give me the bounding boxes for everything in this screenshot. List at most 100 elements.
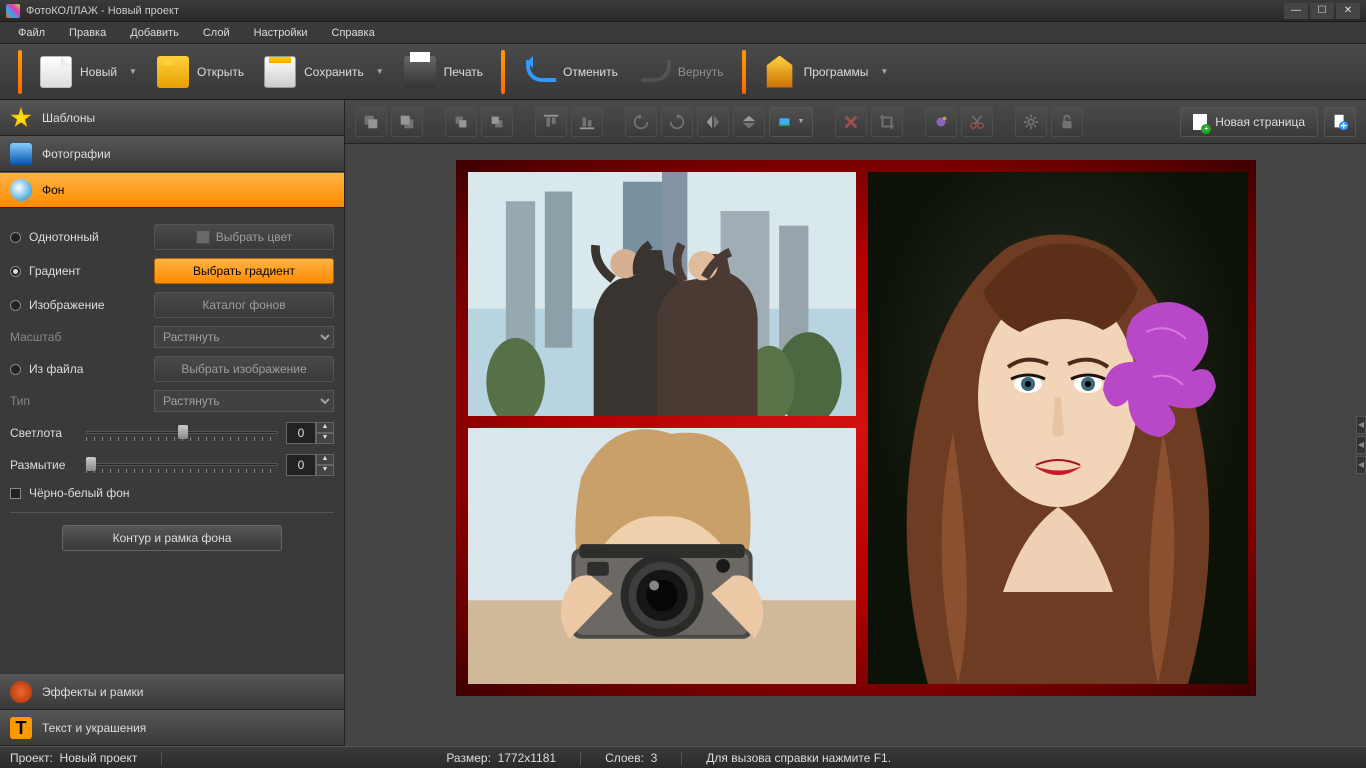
send-back-button[interactable] <box>391 107 423 137</box>
accordion-text[interactable]: T Текст и украшения <box>0 710 344 746</box>
collage-photo-1[interactable] <box>468 172 856 416</box>
choose-image-button[interactable]: Выбрать изображение <box>154 356 334 382</box>
fit-button[interactable]: ▼ <box>769 107 813 137</box>
side-tab-1[interactable]: ◀ <box>1356 416 1366 434</box>
spinner-up-icon[interactable]: ▲ <box>316 422 334 433</box>
menu-file[interactable]: Файл <box>8 25 55 41</box>
radio-solid[interactable]: Однотонный <box>10 230 99 244</box>
window-title: ФотоКОЛЛАЖ - Новый проект <box>26 5 1284 17</box>
titlebar: ФотоКОЛЛАЖ - Новый проект — ☐ ✕ <box>0 0 1366 22</box>
toolbar-separator <box>501 50 505 94</box>
background-catalog-button[interactable]: Каталог фонов <box>154 292 334 318</box>
new-button[interactable]: Новый ▼ <box>30 52 147 92</box>
menu-layer[interactable]: Слой <box>193 25 240 41</box>
bring-forward-button[interactable] <box>445 107 477 137</box>
spinner-up-icon[interactable]: ▲ <box>316 454 334 465</box>
menu-settings[interactable]: Настройки <box>244 25 318 41</box>
radio-from-file[interactable]: Из файла <box>10 362 83 376</box>
blur-spinner[interactable]: ▲▼ <box>286 454 334 476</box>
canvas-area: ▼ Новая страница <box>345 100 1366 746</box>
bring-front-button[interactable] <box>355 107 387 137</box>
accordion-photos[interactable]: Фотографии <box>0 136 344 172</box>
align-bottom-button[interactable] <box>571 107 603 137</box>
send-backward-button[interactable] <box>481 107 513 137</box>
collage-photo-3[interactable] <box>468 428 856 684</box>
page-settings-button[interactable] <box>1324 107 1356 137</box>
canvas-toolbar: ▼ Новая страница <box>345 100 1366 144</box>
type-label: Тип <box>10 394 30 408</box>
canvas-viewport[interactable]: ◀ ◀ ◀ <box>345 144 1366 746</box>
save-button[interactable]: Сохранить ▼ <box>254 52 394 92</box>
minimize-button[interactable]: — <box>1284 3 1308 19</box>
cut-button[interactable] <box>961 107 993 137</box>
close-button[interactable]: ✕ <box>1336 3 1360 19</box>
brightness-slider[interactable] <box>86 423 278 443</box>
align-top-button[interactable] <box>535 107 567 137</box>
accordion-background[interactable]: Фон <box>0 172 344 208</box>
collage-page[interactable] <box>456 160 1256 696</box>
undo-icon <box>523 56 555 88</box>
new-file-icon <box>40 56 72 88</box>
flip-vertical-button[interactable] <box>733 107 765 137</box>
palette-icon <box>10 681 32 703</box>
spinner-down-icon[interactable]: ▼ <box>316 433 334 444</box>
redo-button[interactable]: Вернуть <box>628 52 734 92</box>
scale-select[interactable]: Растянуть <box>154 326 334 348</box>
accordion-effects[interactable]: Эффекты и рамки <box>0 674 344 710</box>
enhance-button[interactable] <box>925 107 957 137</box>
menu-edit[interactable]: Правка <box>59 25 116 41</box>
collage-photo-2[interactable] <box>868 172 1248 684</box>
blur-label: Размытие <box>10 458 78 472</box>
box-icon <box>764 56 796 88</box>
color-swatch-icon <box>196 230 210 244</box>
redo-icon <box>638 56 670 88</box>
side-tab-3[interactable]: ◀ <box>1356 456 1366 474</box>
crop-button[interactable] <box>871 107 903 137</box>
frame-contour-button[interactable]: Контур и рамка фона <box>62 525 282 551</box>
brightness-spinner[interactable]: ▲▼ <box>286 422 334 444</box>
rotate-left-button[interactable] <box>625 107 657 137</box>
menu-add[interactable]: Добавить <box>120 25 189 41</box>
lock-button[interactable] <box>1051 107 1083 137</box>
spinner-down-icon[interactable]: ▼ <box>316 465 334 476</box>
checkbox-bw-background[interactable]: Чёрно-белый фон <box>10 486 130 500</box>
star-icon <box>10 107 32 129</box>
side-tabs: ◀ ◀ ◀ <box>1356 416 1366 474</box>
type-select[interactable]: Растянуть <box>154 390 334 412</box>
flip-horizontal-button[interactable] <box>697 107 729 137</box>
page-add-icon <box>1193 114 1207 130</box>
menu-help[interactable]: Справка <box>322 25 385 41</box>
toolbar-separator <box>18 50 22 94</box>
background-panel: Однотонный Выбрать цвет Градиент Выбрать… <box>0 208 344 674</box>
app-icon <box>6 4 20 18</box>
main-toolbar: Новый ▼ Открыть Сохранить ▼ Печать Отмен… <box>0 44 1366 100</box>
globe-icon <box>10 179 32 201</box>
rotate-right-button[interactable] <box>661 107 693 137</box>
choose-color-button[interactable]: Выбрать цвет <box>154 224 334 250</box>
delete-button[interactable] <box>835 107 867 137</box>
radio-image[interactable]: Изображение <box>10 298 105 312</box>
blur-slider[interactable] <box>86 455 278 475</box>
folder-icon <box>157 56 189 88</box>
radio-gradient[interactable]: Градиент <box>10 264 81 278</box>
settings-button[interactable] <box>1015 107 1047 137</box>
choose-gradient-button[interactable]: Выбрать градиент <box>154 258 334 284</box>
photo-icon <box>10 143 32 165</box>
statusbar: Проект: Новый проект Размер: 1772x1181 С… <box>0 746 1366 768</box>
new-page-button[interactable]: Новая страница <box>1180 107 1318 137</box>
print-button[interactable]: Печать <box>394 52 493 92</box>
brightness-label: Светлота <box>10 426 78 440</box>
undo-button[interactable]: Отменить <box>513 52 628 92</box>
side-tab-2[interactable]: ◀ <box>1356 436 1366 454</box>
caret-down-icon: ▼ <box>129 67 137 76</box>
save-icon <box>264 56 296 88</box>
programs-button[interactable]: Программы ▼ <box>754 52 899 92</box>
caret-down-icon: ▼ <box>376 67 384 76</box>
open-button[interactable]: Открыть <box>147 52 254 92</box>
text-icon: T <box>10 717 32 739</box>
accordion-templates[interactable]: Шаблоны <box>0 100 344 136</box>
sidebar: Шаблоны Фотографии Фон Однотонный Выбрат… <box>0 100 345 746</box>
maximize-button[interactable]: ☐ <box>1310 3 1334 19</box>
toolbar-separator <box>742 50 746 94</box>
printer-icon <box>404 56 436 88</box>
